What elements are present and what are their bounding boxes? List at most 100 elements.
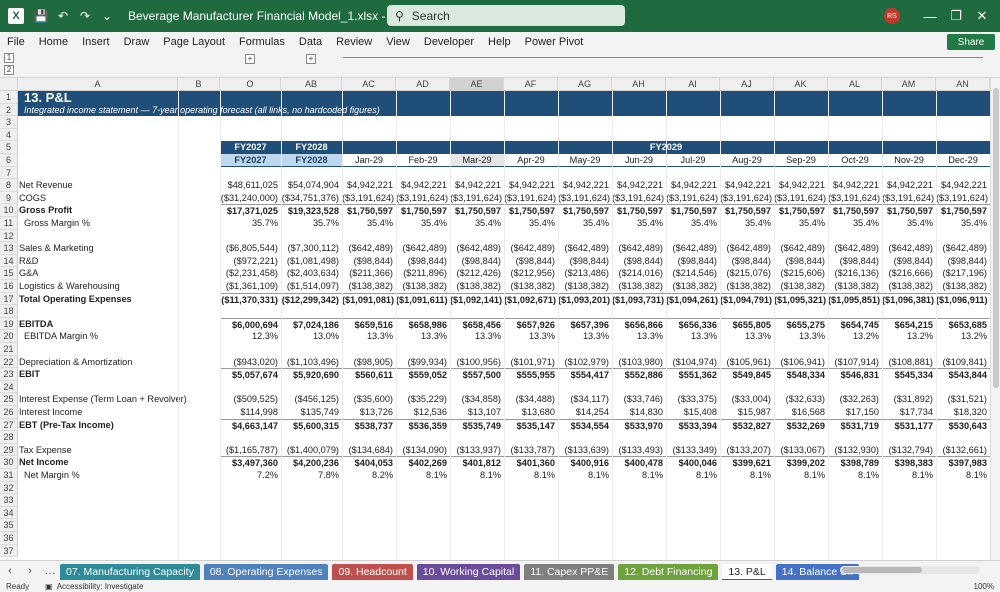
value-cell[interactable]: ($212,956)	[504, 267, 558, 280]
value-cell[interactable]: $1,750,597	[936, 204, 990, 217]
value-cell[interactable]: ($138,382)	[882, 280, 936, 293]
line-item-label[interactable]: EBITDA	[19, 318, 219, 331]
column-header-AF[interactable]: AF	[504, 78, 558, 91]
period-header[interactable]: Dec-29	[936, 154, 990, 167]
value-cell[interactable]: 13.3%	[450, 330, 504, 343]
line-item-label[interactable]: Tax Expense	[19, 444, 219, 457]
value-cell[interactable]: $538,737	[342, 418, 396, 432]
value-cell[interactable]: ($214,016)	[612, 267, 666, 280]
value-cell[interactable]: $400,046	[666, 456, 720, 469]
value-cell[interactable]: $531,177	[882, 418, 936, 432]
line-item-label[interactable]: R&D	[19, 255, 219, 268]
period-header[interactable]: Sep-29	[774, 154, 828, 167]
value-cell[interactable]: 35.4%	[828, 217, 882, 230]
value-cell[interactable]: $404,053	[342, 456, 396, 469]
value-cell[interactable]: $535,147	[504, 418, 558, 432]
value-cell[interactable]: $546,831	[828, 368, 882, 381]
value-cell[interactable]: $1,750,597	[396, 204, 450, 217]
value-cell[interactable]: ($3,191,624)	[936, 192, 990, 205]
value-cell[interactable]: $5,600,315	[281, 418, 342, 432]
value-cell[interactable]: ($33,004)	[720, 393, 774, 406]
menu-formulas[interactable]: Formulas	[232, 36, 292, 48]
line-item-label[interactable]: COGS	[19, 192, 219, 205]
value-cell[interactable]: $4,942,221	[558, 179, 612, 192]
value-cell[interactable]: ($32,633)	[774, 393, 828, 406]
value-cell[interactable]: ($1,093,201)	[558, 292, 612, 306]
value-cell[interactable]: $655,805	[720, 317, 774, 331]
value-cell[interactable]: ($133,349)	[666, 444, 720, 457]
value-cell[interactable]: 13.3%	[504, 330, 558, 343]
value-cell[interactable]: $659,516	[342, 317, 396, 331]
value-cell[interactable]: ($1,095,321)	[774, 292, 828, 306]
row-header-15[interactable]: 15	[0, 267, 18, 280]
value-cell[interactable]: 13.2%	[828, 330, 882, 343]
value-cell[interactable]: ($217,196)	[936, 267, 990, 280]
value-cell[interactable]: 8.1%	[936, 469, 990, 482]
period-header[interactable]: Apr-29	[504, 154, 558, 167]
tab-prev-icon[interactable]: ‹	[0, 565, 20, 577]
value-cell[interactable]: ($138,382)	[828, 280, 882, 293]
value-cell[interactable]: ($3,191,624)	[450, 192, 504, 205]
value-cell[interactable]: ($133,787)	[504, 444, 558, 457]
line-item-label[interactable]: Net Revenue	[19, 179, 219, 192]
column-header-AN[interactable]: AN	[936, 78, 990, 91]
line-item-label[interactable]: Net Income	[19, 456, 219, 469]
value-cell[interactable]: ($132,794)	[882, 444, 936, 457]
value-cell[interactable]: ($34,858)	[450, 393, 504, 406]
value-cell[interactable]: 13.3%	[720, 330, 774, 343]
value-cell[interactable]: ($33,746)	[612, 393, 666, 406]
value-cell[interactable]: 35.4%	[504, 217, 558, 230]
value-cell[interactable]: ($33,375)	[666, 393, 720, 406]
value-cell[interactable]: ($1,165,787)	[220, 444, 281, 457]
value-cell[interactable]: $657,396	[558, 317, 612, 331]
search-input[interactable]: ⚲ Search	[387, 5, 625, 26]
value-cell[interactable]: ($101,971)	[504, 356, 558, 369]
value-cell[interactable]: $653,685	[936, 317, 990, 331]
column-header-AK[interactable]: AK	[774, 78, 828, 91]
value-cell[interactable]: ($102,979)	[558, 356, 612, 369]
value-cell[interactable]: $18,320	[936, 406, 990, 419]
value-cell[interactable]: $548,334	[774, 368, 828, 381]
share-button[interactable]: Share	[947, 34, 995, 50]
vertical-scrollbar[interactable]	[990, 78, 1000, 560]
value-cell[interactable]: 7.8%	[281, 469, 342, 482]
value-cell[interactable]: $4,942,221	[828, 179, 882, 192]
value-cell[interactable]: $5,057,674	[220, 368, 281, 381]
row-header-23[interactable]: 23	[0, 368, 18, 381]
value-cell[interactable]: 35.7%	[281, 217, 342, 230]
row-header-28[interactable]: 28	[0, 431, 18, 444]
value-cell[interactable]: ($98,844)	[774, 255, 828, 268]
value-cell[interactable]: $6,000,694	[220, 317, 281, 331]
value-cell[interactable]: ($509,525)	[220, 393, 281, 406]
line-item-label[interactable]: G&A	[19, 267, 219, 280]
column-header-AB[interactable]: AB	[281, 78, 342, 91]
value-cell[interactable]: ($642,489)	[342, 242, 396, 255]
value-cell[interactable]: $1,750,597	[666, 204, 720, 217]
column-header-AG[interactable]: AG	[558, 78, 612, 91]
value-cell[interactable]: ($1,081,498)	[281, 255, 342, 268]
value-cell[interactable]: ($31,240,000)	[220, 192, 281, 205]
value-cell[interactable]: ($98,844)	[720, 255, 774, 268]
value-cell[interactable]: $15,987	[720, 406, 774, 419]
value-cell[interactable]: ($133,639)	[558, 444, 612, 457]
row-header-17[interactable]: 17	[0, 292, 18, 306]
value-cell[interactable]: ($216,666)	[882, 267, 936, 280]
row-header-2[interactable]: 2	[0, 103, 18, 117]
value-cell[interactable]: ($642,489)	[936, 242, 990, 255]
column-header-AJ[interactable]: AJ	[720, 78, 774, 91]
macro-icon[interactable]: ▣	[45, 582, 53, 591]
line-item-label[interactable]: Gross Profit	[19, 204, 219, 217]
row-header-18[interactable]: 18	[0, 305, 18, 318]
value-cell[interactable]: ($215,606)	[774, 267, 828, 280]
line-item-label[interactable]: Depreciation & Amortization	[19, 356, 219, 369]
value-cell[interactable]: 8.1%	[720, 469, 774, 482]
column-header-AM[interactable]: AM	[882, 78, 936, 91]
value-cell[interactable]: ($98,844)	[450, 255, 504, 268]
row-header-20[interactable]: 20	[0, 330, 18, 343]
line-item-label[interactable]: Logistics & Warehousing	[19, 280, 219, 293]
line-item-label[interactable]: Interest Expense (Term Loan + Revolver)	[19, 393, 219, 406]
period-header[interactable]: Feb-29	[396, 154, 450, 167]
value-cell[interactable]: ($213,486)	[558, 267, 612, 280]
row-header-1[interactable]: 1	[0, 91, 18, 104]
value-cell[interactable]: $7,024,186	[281, 317, 342, 331]
